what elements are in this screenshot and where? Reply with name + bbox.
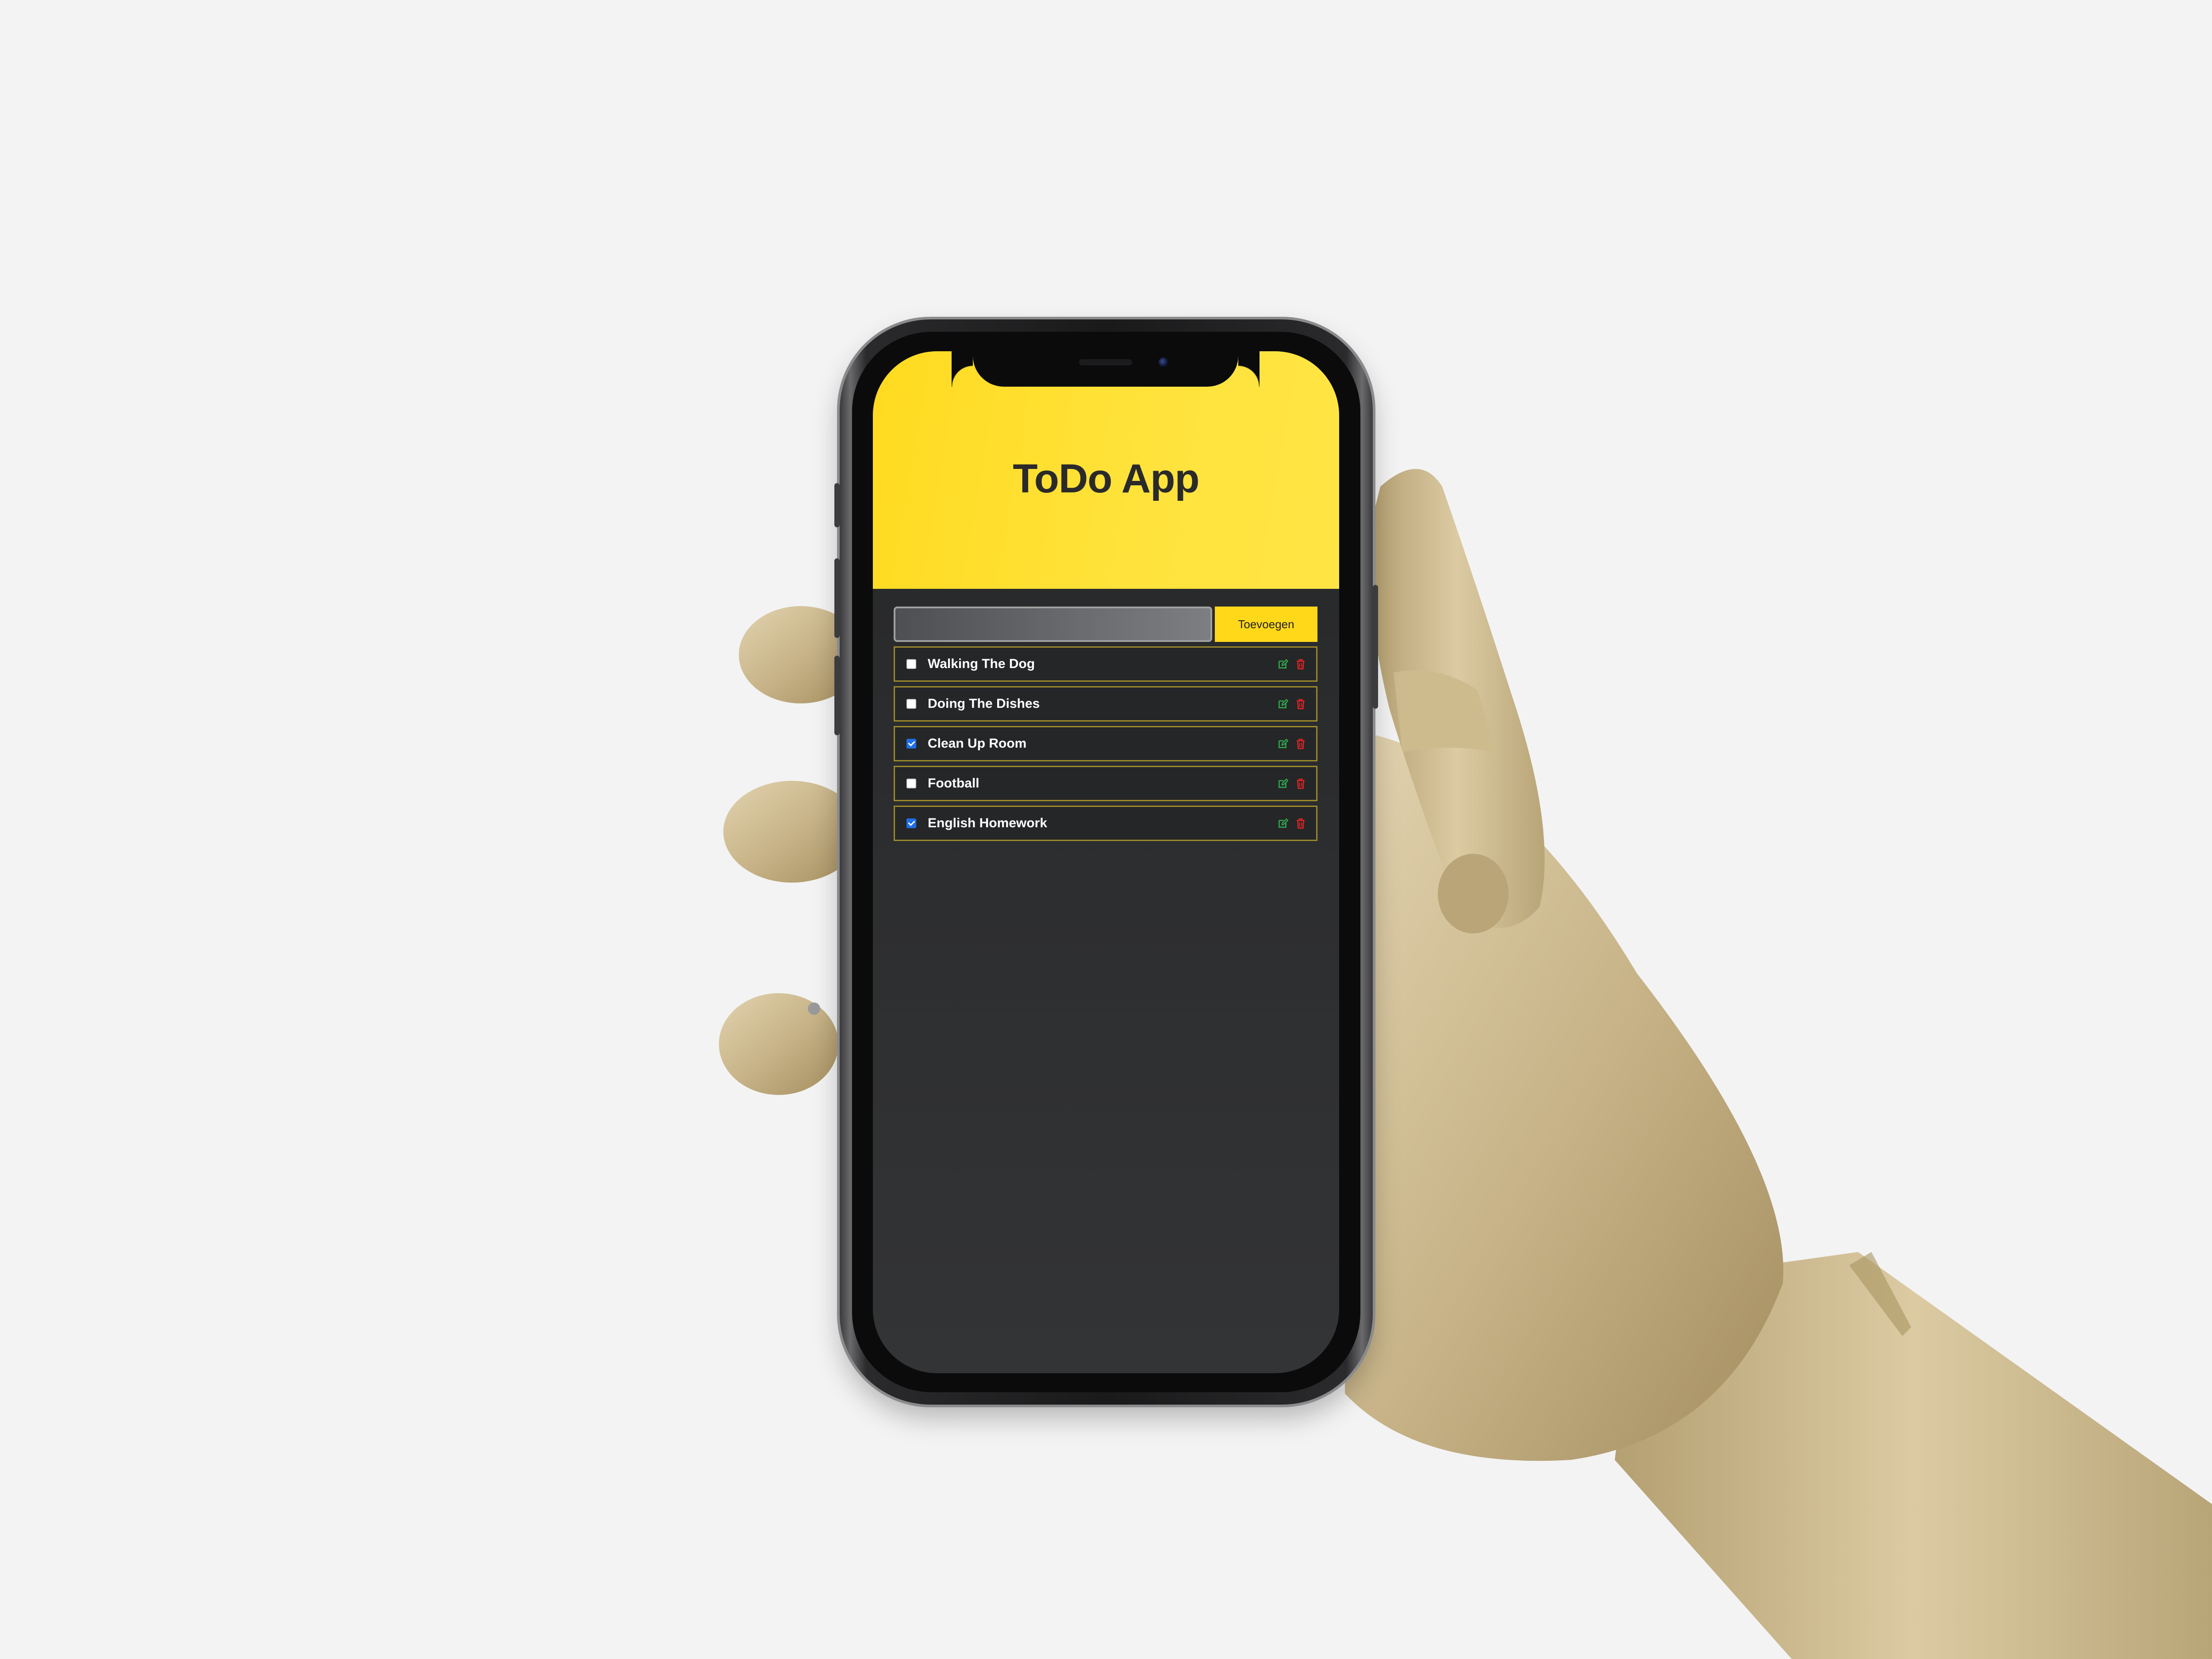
todo-checkbox[interactable] — [906, 659, 916, 669]
trash-icon — [1297, 778, 1305, 789]
todo-item-2: Doing The Dishes — [894, 686, 1317, 722]
phone-frame: ToDo App Toevoegen Walking The Dog Doing… — [834, 319, 1378, 1405]
edit-button[interactable] — [1277, 818, 1289, 829]
new-todo-input[interactable] — [894, 607, 1212, 642]
edit-button[interactable] — [1277, 658, 1289, 670]
edit-button[interactable] — [1277, 738, 1289, 749]
todo-checkbox[interactable] — [906, 699, 916, 709]
delete-button[interactable] — [1295, 658, 1306, 670]
phone-action-button — [834, 483, 840, 527]
todo-label: Doing The Dishes — [928, 696, 1040, 711]
speaker-grille — [1079, 359, 1132, 365]
edit-icon — [1278, 699, 1289, 709]
delete-button[interactable] — [1295, 778, 1306, 789]
todo-label: Football — [928, 776, 979, 791]
add-todo-button[interactable]: Toevoegen — [1215, 607, 1317, 642]
todo-checkbox[interactable] — [906, 739, 916, 749]
todo-actions — [1277, 738, 1306, 749]
mockup-stage: ToDo App Toevoegen Walking The Dog Doing… — [0, 0, 2212, 1659]
edit-button[interactable] — [1277, 698, 1289, 710]
todo-item-3: Clean Up Room — [894, 726, 1317, 761]
todo-actions — [1277, 698, 1306, 710]
phone-power-button — [1373, 585, 1378, 709]
todo-label: English Homework — [928, 816, 1048, 830]
phone-volume-down-button — [834, 656, 840, 735]
front-camera-icon — [1159, 357, 1168, 367]
trash-icon — [1297, 699, 1305, 710]
edit-icon — [1278, 738, 1289, 749]
app-header: ToDo App — [873, 351, 1339, 589]
todo-item-5: English Homework — [894, 806, 1317, 841]
phone-volume-up-button — [834, 558, 840, 638]
todo-label: Clean Up Room — [928, 736, 1027, 751]
trash-icon — [1297, 738, 1305, 749]
phone-notch — [973, 351, 1260, 387]
edit-icon — [1278, 659, 1289, 669]
todo-actions — [1277, 778, 1306, 789]
edit-icon — [1278, 778, 1289, 788]
todo-actions — [1277, 818, 1306, 829]
delete-button[interactable] — [1295, 818, 1306, 829]
delete-button[interactable] — [1295, 738, 1306, 749]
trash-icon — [1297, 659, 1305, 670]
todo-actions — [1277, 658, 1306, 670]
phone-screen: ToDo App Toevoegen Walking The Dog Doing… — [873, 351, 1339, 1373]
todo-checkbox[interactable] — [906, 818, 916, 828]
todo-item-4: Football — [894, 766, 1317, 801]
add-todo-form: Toevoegen — [894, 607, 1317, 642]
todo-item-1: Walking The Dog — [894, 646, 1317, 682]
todo-list: Walking The Dog Doing The Dishes Clean U… — [894, 646, 1317, 845]
todo-label: Walking The Dog — [928, 657, 1035, 671]
edit-icon — [1278, 818, 1289, 828]
delete-button[interactable] — [1295, 698, 1306, 710]
trash-icon — [1297, 818, 1305, 829]
edit-button[interactable] — [1277, 778, 1289, 789]
todo-checkbox[interactable] — [906, 779, 916, 788]
page-title: ToDo App — [1013, 456, 1199, 501]
